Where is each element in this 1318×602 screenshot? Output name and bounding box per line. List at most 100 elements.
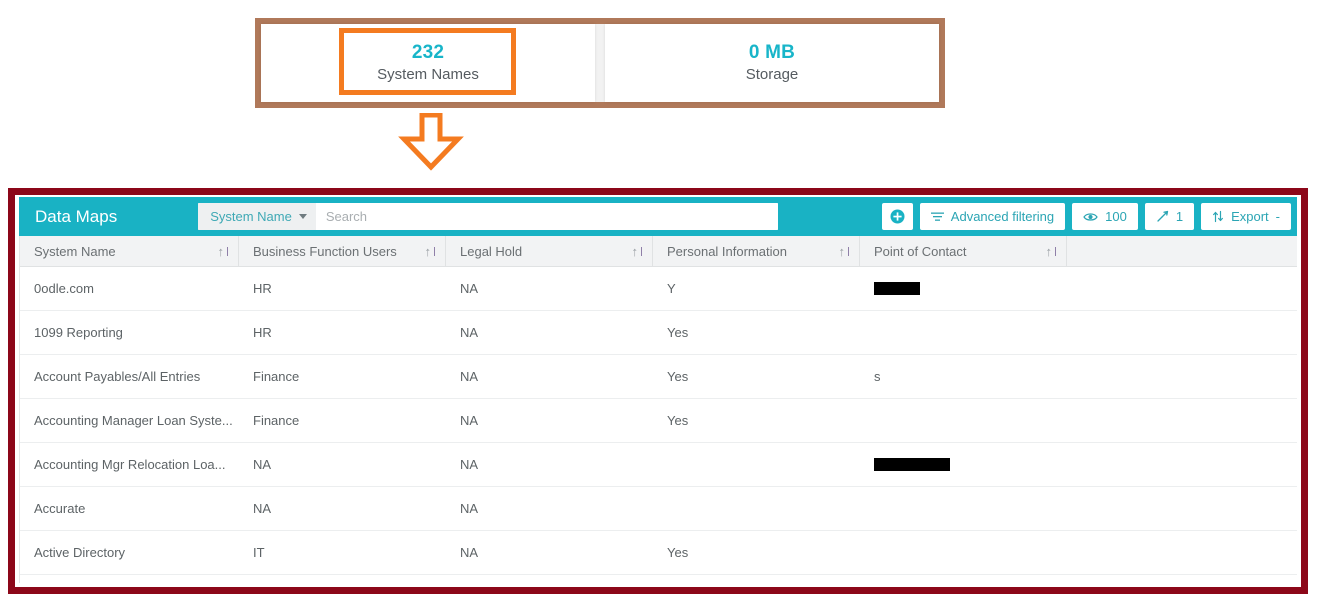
cell-business-function-users: HR (253, 325, 272, 340)
column-header-label: Point of Contact (874, 243, 967, 259)
cell-system-name: Account Payables/All Entries (34, 369, 201, 384)
cell-spacer (1067, 487, 1297, 530)
cell-point-of-contact (860, 267, 1067, 310)
advanced-filtering-button[interactable]: Advanced filtering (919, 203, 1066, 230)
toolbar-actions: Advanced filtering 100 1 Export - (881, 203, 1291, 230)
cell-business-function-users: NA (253, 501, 272, 516)
cell-spacer (1067, 311, 1297, 354)
summary-card-label: System Names (377, 66, 479, 84)
table-row[interactable]: Active Directory IT NA Yes (20, 531, 1297, 575)
summary-card-value: 232 (411, 41, 445, 63)
cell-personal-information: Yes (667, 369, 689, 384)
summary-card-system-names[interactable]: 232 System Names (261, 24, 595, 102)
cell-business-function-users: IT (253, 545, 265, 560)
summary-card-label: Storage (745, 66, 799, 84)
chevron-down-icon (298, 214, 307, 219)
sort-asc-icon[interactable]: ↑ (632, 244, 642, 259)
search-scope-dropdown[interactable]: System Name (198, 203, 316, 230)
page-title: Data Maps (35, 207, 118, 226)
cell-system-name: Active Directory (34, 545, 126, 560)
arrow-down-icon (398, 112, 464, 171)
pinned-count: 1 (1175, 209, 1184, 224)
cell-business-function-users: NA (253, 457, 272, 472)
column-header-legal-hold[interactable]: Legal Hold ↑ (446, 236, 653, 266)
cell-personal-information: Y (667, 281, 676, 296)
sort-asc-icon[interactable]: ↑ (218, 244, 228, 259)
cell-legal-hold: NA (460, 325, 479, 340)
plus-circle-icon (890, 209, 905, 224)
data-maps-panel: Data Maps System Name Search Advanced fi… (19, 197, 1297, 583)
table-header-row: System Name ↑ Business Function Users ↑ … (20, 236, 1297, 267)
cell-system-name: Accounting Mgr Relocation Loa... (34, 457, 226, 472)
data-table: System Name ↑ Business Function Users ↑ … (19, 236, 1297, 583)
cell-legal-hold: NA (460, 281, 479, 296)
cell-system-name: 0odle.com (34, 281, 94, 296)
cell-point-of-contact (860, 311, 1067, 354)
summary-cards-container: 232 System Names 0 MB Storage (261, 24, 939, 102)
table-row[interactable]: 0odle.com HR NA Y (20, 267, 1297, 311)
panel-toolbar: Data Maps System Name Search Advanced fi… (19, 197, 1297, 236)
cell-point-of-contact: s (874, 369, 881, 384)
cell-personal-information (653, 487, 860, 530)
cell-legal-hold: NA (460, 369, 479, 384)
table-body: 0odle.com HR NA Y 1099 Reporting HR NA Yes Accou… (20, 267, 1297, 583)
table-row[interactable]: 1099 Reporting HR NA Yes (20, 311, 1297, 355)
pin-icon (1156, 210, 1169, 223)
export-button[interactable]: Export - (1201, 203, 1291, 230)
cell-legal-hold: NA (460, 501, 479, 516)
add-button[interactable] (881, 203, 913, 230)
sort-asc-icon[interactable]: ↑ (425, 244, 435, 259)
cell-spacer (1067, 531, 1297, 574)
advanced-filtering-label: Advanced filtering (950, 209, 1055, 224)
column-header-label: Legal Hold (460, 243, 523, 259)
cell-business-function-users: Finance (253, 369, 300, 384)
column-header-spacer (1067, 236, 1297, 266)
cell-system-name: Accounting Manager Loan Syste... (34, 413, 233, 428)
column-header-system-name[interactable]: System Name ↑ (20, 236, 239, 266)
cell-spacer (1067, 443, 1297, 486)
column-header-label: System Name (34, 243, 116, 259)
cell-legal-hold: NA (460, 413, 479, 428)
table-row[interactable]: Account Payables/All Entries Finance NA Yes… (20, 355, 1297, 399)
cell-legal-hold: NA (460, 457, 479, 472)
pinned-button[interactable]: 1 (1144, 203, 1195, 230)
table-row[interactable]: Accurate NA NA (20, 487, 1297, 531)
cell-system-name: 1099 Reporting (34, 325, 123, 340)
table-empty-row (20, 575, 1297, 583)
column-header-label: Personal Information (667, 243, 787, 259)
cell-business-function-users: HR (253, 281, 272, 296)
column-header-business-function-users[interactable]: Business Function Users ↑ (239, 236, 446, 266)
cell-point-of-contact (860, 487, 1067, 530)
eye-icon (1083, 212, 1098, 222)
search-input[interactable] (315, 203, 779, 230)
cell-point-of-contact (860, 531, 1067, 574)
column-header-point-of-contact[interactable]: Point of Contact ↑ (860, 236, 1067, 266)
visible-rows-button[interactable]: 100 (1072, 203, 1138, 230)
search-group: System Name (198, 203, 779, 230)
sort-asc-icon[interactable]: ↑ (839, 244, 849, 259)
export-icon (1212, 210, 1224, 223)
redacted-value (874, 458, 950, 471)
cell-spacer (1067, 267, 1297, 310)
export-suffix: - (1275, 209, 1280, 224)
cell-personal-information: Yes (667, 413, 689, 428)
sort-asc-icon[interactable]: ↑ (1046, 244, 1056, 259)
cell-spacer (1067, 355, 1297, 398)
summary-cards-frame: 232 System Names 0 MB Storage (255, 18, 945, 108)
summary-card-storage[interactable]: 0 MB Storage (605, 24, 939, 102)
table-row[interactable]: Accounting Manager Loan Syste... Finance N… (20, 399, 1297, 443)
cell-point-of-contact (860, 443, 1067, 486)
search-scope-label: System Name (210, 209, 292, 224)
cell-personal-information: Yes (667, 325, 689, 340)
data-maps-panel-outline: Data Maps System Name Search Advanced fi… (8, 188, 1308, 594)
cell-system-name: Accurate (34, 501, 86, 516)
cell-personal-information: Yes (667, 545, 689, 560)
filter-icon (930, 211, 944, 222)
column-header-label: Business Function Users (253, 243, 397, 259)
column-header-personal-information[interactable]: Personal Information ↑ (653, 236, 860, 266)
cell-point-of-contact (860, 399, 1067, 442)
cell-personal-information (653, 443, 860, 486)
cell-spacer (1067, 399, 1297, 442)
table-row[interactable]: Accounting Mgr Relocation Loa... NA NA (20, 443, 1297, 487)
cell-legal-hold: NA (460, 545, 479, 560)
